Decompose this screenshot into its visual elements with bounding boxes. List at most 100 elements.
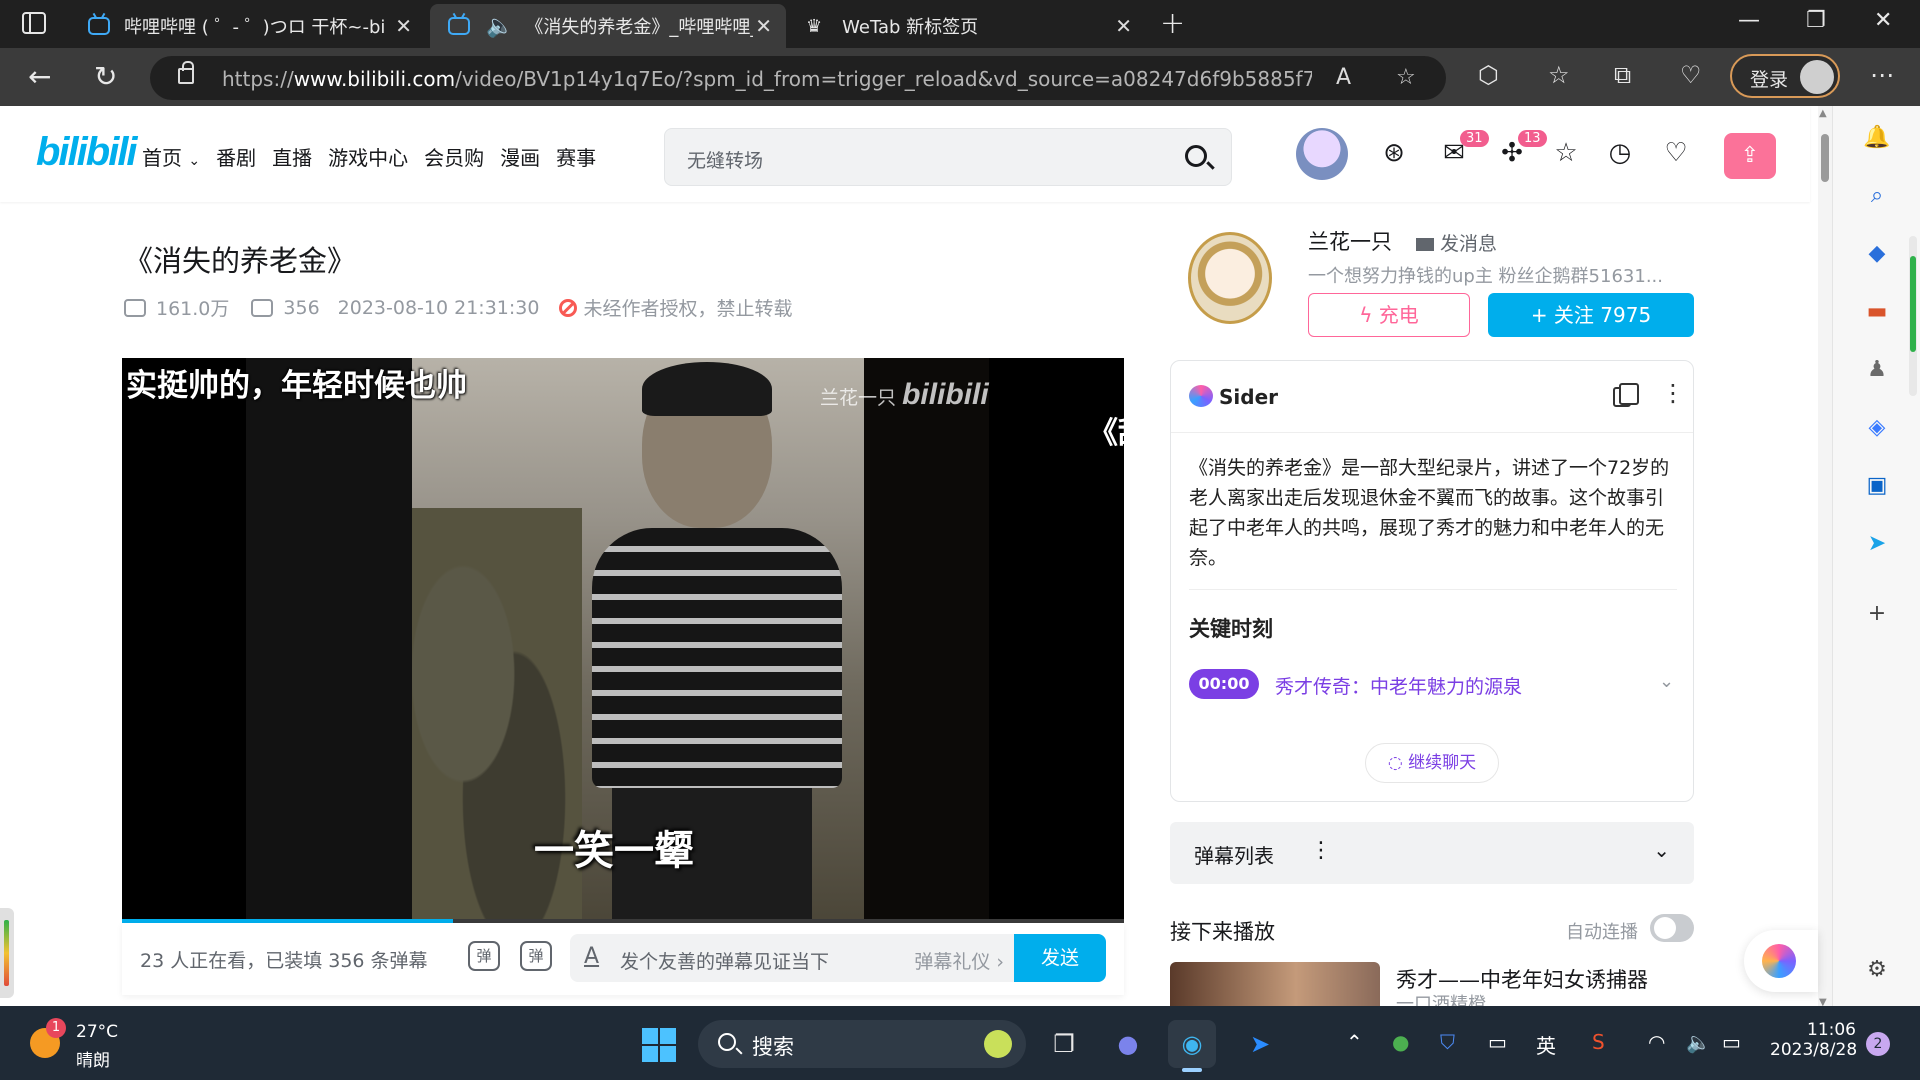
input-method-indicator[interactable]: 英: [1536, 1030, 1556, 1059]
creator-bulb-icon[interactable]: ♡: [1660, 138, 1692, 168]
shield-icon[interactable]: ⛉: [1440, 1030, 1455, 1054]
bilibili-logo[interactable]: bilibili: [36, 130, 138, 175]
moment-timestamp[interactable]: 00:00: [1189, 669, 1259, 699]
tab-wetab[interactable]: ♛ WeTab 新标签页 ✕: [790, 4, 1146, 48]
sogou-ime-icon[interactable]: S: [1592, 1030, 1605, 1054]
chevron-up-icon[interactable]: ⌃: [1346, 1030, 1363, 1054]
recommended-video-thumbnail[interactable]: [1170, 962, 1380, 1006]
charge-button[interactable]: ϟ 充电: [1308, 293, 1470, 337]
history-icon[interactable]: ◷: [1604, 138, 1636, 168]
sidebar-scrollbar[interactable]: [1909, 236, 1917, 396]
display-icon[interactable]: ▭: [1488, 1030, 1507, 1054]
close-icon[interactable]: ✕: [755, 14, 772, 38]
new-tab-button[interactable]: +: [1160, 6, 1185, 41]
speaker-icon[interactable]: 🔈: [486, 14, 513, 39]
sidebar-scroll-thumb[interactable]: [1910, 256, 1916, 352]
search-bar[interactable]: 无缝转场: [664, 128, 1232, 186]
games-icon[interactable]: ♟: [1863, 356, 1891, 384]
start-button[interactable]: [642, 1028, 676, 1062]
back-button[interactable]: ←: [28, 60, 51, 93]
add-icon[interactable]: +: [1863, 600, 1891, 628]
search-icon[interactable]: ⌕: [1863, 182, 1891, 210]
address-bar[interactable]: https://www.bilibili.com/video/BV1p14y1q…: [150, 56, 1446, 100]
system-clock[interactable]: 11:06 2023/8/28: [1770, 1020, 1857, 1060]
tools-briefcase-icon[interactable]: ▬: [1863, 298, 1891, 326]
close-icon[interactable]: ✕: [395, 14, 412, 38]
minimize-button[interactable]: —: [1738, 8, 1760, 33]
extensions-icon[interactable]: ⬡: [1478, 61, 1499, 89]
send-danmaku-button[interactable]: 发送: [1014, 934, 1106, 982]
battery-icon[interactable]: ▭: [1722, 1030, 1741, 1054]
weather-condition[interactable]: 晴朗: [76, 1046, 110, 1071]
continue-chat-button[interactable]: ◌ 继续聊天: [1365, 743, 1499, 783]
send-message-link[interactable]: 发消息: [1416, 229, 1497, 256]
copilot-icon[interactable]: ◈: [1863, 414, 1891, 442]
user-avatar[interactable]: [1296, 128, 1348, 180]
more-vertical-icon[interactable]: ⋮: [1310, 838, 1332, 863]
danmaku-etiquette-link[interactable]: 弹幕礼仪 ›: [914, 947, 1004, 974]
shopping-tag-icon[interactable]: ◆: [1863, 240, 1891, 268]
side-panel-handle[interactable]: [0, 908, 14, 998]
chevron-down-icon[interactable]: ⌄: [1659, 671, 1674, 692]
notification-count-badge[interactable]: 2: [1866, 1032, 1890, 1056]
search-input[interactable]: 无缝转场: [687, 146, 763, 173]
danmaku-settings-icon[interactable]: 弹: [520, 941, 552, 971]
vip-icon[interactable]: ⊛: [1378, 138, 1410, 168]
send-plane-icon[interactable]: ➤: [1863, 530, 1891, 558]
sider-floating-button[interactable]: [1744, 930, 1818, 992]
teams-chat-icon[interactable]: ●: [1104, 1020, 1152, 1068]
scroll-thumb[interactable]: [1821, 134, 1829, 182]
video-player[interactable]: 实挺帅的，年轻时候也帅 《甜 兰花一只 bilibili 一笑一颦: [122, 358, 1124, 923]
nav-home[interactable]: 首页 ⌄: [142, 142, 200, 171]
scroll-up-arrow-icon[interactable]: ▲: [1819, 108, 1827, 119]
outlook-icon[interactable]: ▣: [1863, 472, 1891, 500]
recommended-video-title[interactable]: 秀才——中老年妇女诱捕器: [1396, 964, 1648, 994]
task-view-icon[interactable]: ❐: [1040, 1020, 1088, 1068]
tab-actions-icon[interactable]: [22, 12, 46, 34]
danmaku-list-header[interactable]: 弹幕列表 ⋮ ⌄: [1170, 822, 1694, 884]
settings-more-icon[interactable]: ⋯: [1870, 61, 1894, 89]
url-text[interactable]: https://www.bilibili.com/video/BV1p14y1q…: [222, 67, 1312, 91]
tab-video-page[interactable]: 🔈 《消失的养老金》_哔哩哔哩_bilibili ✕: [430, 4, 786, 48]
page-scrollbar[interactable]: ▲ ▼: [1818, 106, 1832, 1008]
read-aloud-icon[interactable]: A: [1336, 65, 1351, 90]
gear-icon[interactable]: ⚙: [1863, 956, 1891, 984]
reload-button[interactable]: ↻: [94, 60, 117, 93]
nav-mall[interactable]: 会员购: [424, 142, 484, 171]
upload-button[interactable]: ⇪: [1724, 133, 1776, 179]
restore-button[interactable]: ❐: [1806, 8, 1826, 33]
wechat-tray-icon[interactable]: ●: [1392, 1030, 1409, 1054]
text-style-icon[interactable]: A: [584, 944, 599, 969]
lock-icon[interactable]: [178, 61, 194, 84]
more-vertical-icon[interactable]: ⋮: [1661, 381, 1685, 405]
nav-manga[interactable]: 漫画: [500, 142, 540, 171]
danmaku-input[interactable]: A 发个友善的弹幕见证当下 弹幕礼仪 ›: [570, 934, 1014, 982]
nav-games[interactable]: 游戏中心: [328, 142, 408, 171]
nav-esports[interactable]: 赛事: [556, 142, 596, 171]
tab-bilibili-home[interactable]: 哔哩哔哩 ( ゜- ゜)つロ 干杯~-bilibili ✕: [72, 4, 426, 48]
copy-icon[interactable]: [1613, 383, 1639, 407]
uploader-name[interactable]: 兰花一只: [1308, 226, 1392, 256]
nav-live[interactable]: 直播: [272, 142, 312, 171]
search-icon[interactable]: [1185, 145, 1207, 167]
profile-login-button[interactable]: 登录: [1730, 54, 1840, 98]
nav-anime[interactable]: 番剧: [216, 142, 256, 171]
taskbar-search[interactable]: 搜索: [698, 1020, 1026, 1068]
follow-button[interactable]: + 关注 7975: [1488, 293, 1694, 337]
close-icon[interactable]: ✕: [1115, 14, 1132, 38]
volume-icon[interactable]: 🔈: [1686, 1030, 1711, 1054]
autoplay-toggle[interactable]: [1650, 914, 1694, 942]
uploader-avatar[interactable]: [1188, 232, 1272, 324]
notification-bell-icon[interactable]: 🔔: [1863, 124, 1891, 152]
feishu-app-icon[interactable]: ➤: [1236, 1020, 1284, 1068]
favorite-star-icon[interactable]: ☆: [1396, 65, 1416, 90]
danmaku-toggle-icon[interactable]: 弹: [468, 941, 500, 971]
collections-icon[interactable]: ⧉: [1614, 61, 1631, 89]
favorites-icon[interactable]: ☆: [1548, 61, 1570, 89]
window-close-button[interactable]: ✕: [1874, 8, 1892, 33]
edge-browser-icon[interactable]: ◉: [1168, 1020, 1216, 1072]
recommended-video-uploader[interactable]: 一口酒精橙: [1396, 994, 1636, 1006]
moment-title[interactable]: 秀才传奇：中老年魅力的源泉: [1275, 672, 1522, 699]
chevron-down-icon[interactable]: ⌄: [1653, 838, 1670, 862]
browser-essentials-icon[interactable]: ♡: [1680, 61, 1702, 89]
